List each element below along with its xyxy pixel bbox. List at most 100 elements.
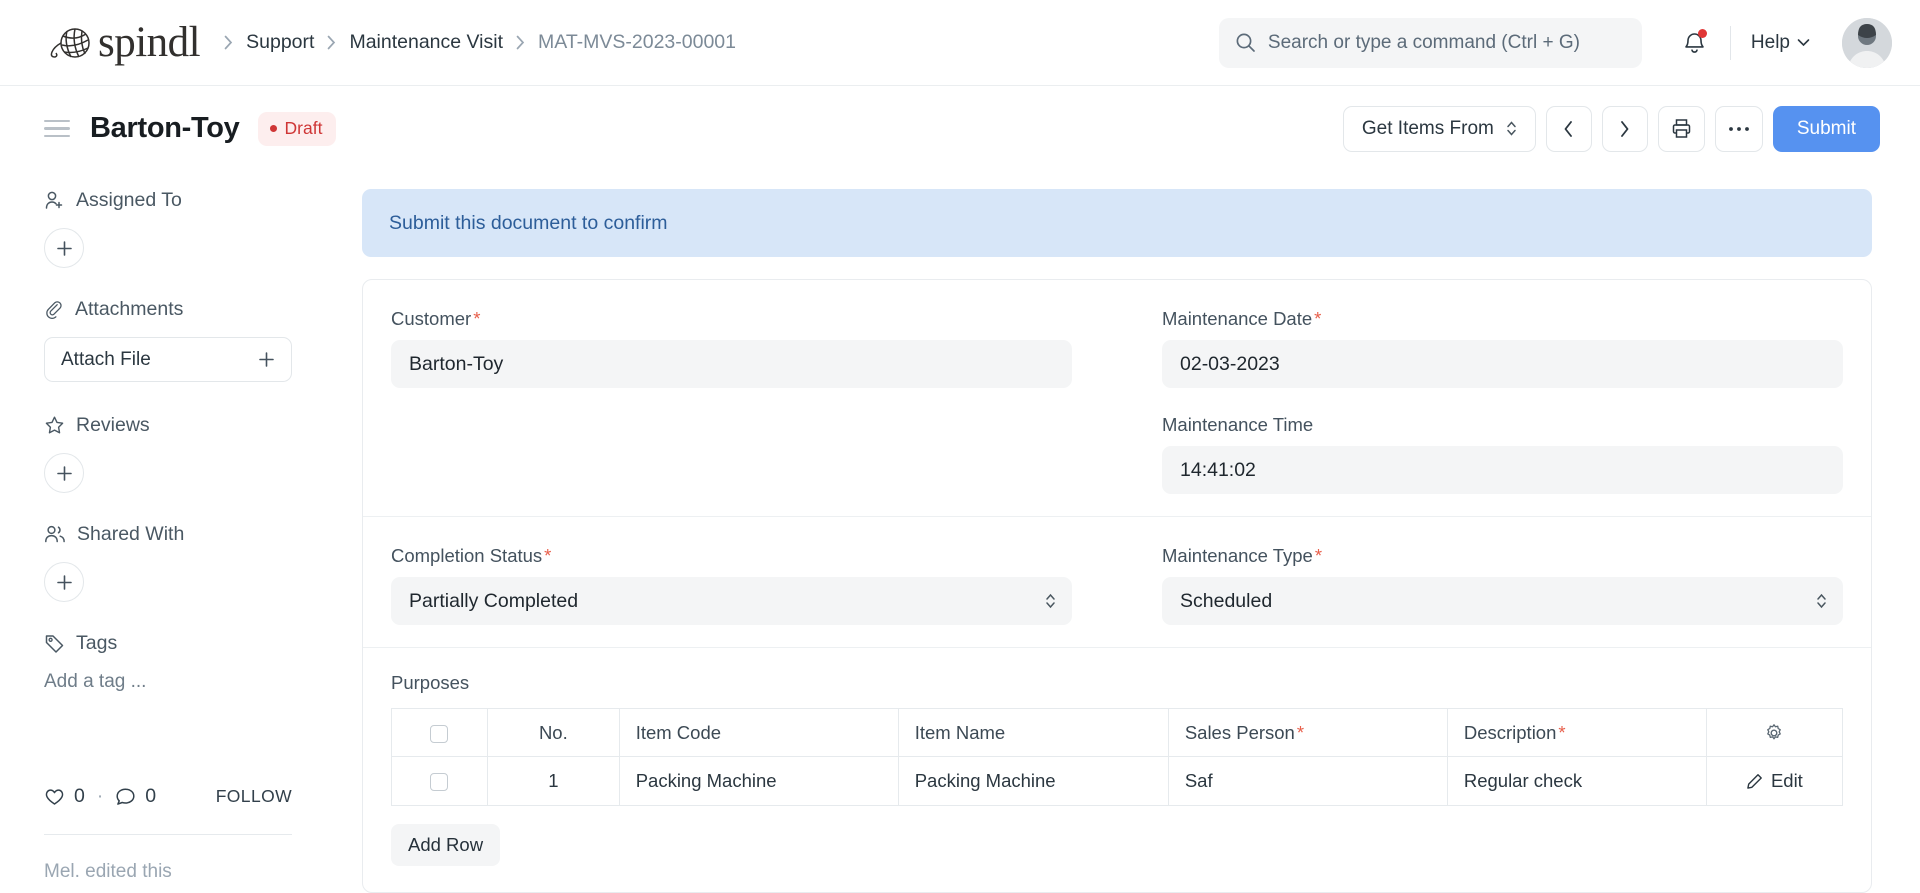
sidebar-section-reviews: Reviews bbox=[44, 414, 362, 493]
page-body: Assigned To Attachments Attach File bbox=[0, 171, 1920, 893]
sidebar-toggle-icon[interactable] bbox=[44, 120, 70, 138]
required-asterisk: * bbox=[544, 545, 551, 566]
print-icon bbox=[1671, 118, 1692, 139]
cell-description[interactable]: Regular check bbox=[1447, 757, 1706, 806]
previous-document-button[interactable] bbox=[1546, 106, 1592, 152]
breadcrumb-item-document-id: MAT-MVS-2023-00001 bbox=[538, 31, 736, 54]
document-social-bar: 0 · 0 FOLLOW bbox=[44, 785, 292, 808]
breadcrumb: Support Maintenance Visit MAT-MVS-2023-0… bbox=[224, 31, 736, 54]
purposes-label: Purposes bbox=[391, 672, 1843, 694]
submit-button[interactable]: Submit bbox=[1773, 106, 1880, 152]
breadcrumb-chevron-icon bbox=[516, 35, 525, 50]
search-box[interactable] bbox=[1219, 18, 1642, 68]
add-row-button[interactable]: Add Row bbox=[391, 824, 500, 866]
form-column-left: Customer* Barton-Toy bbox=[391, 308, 1117, 494]
user-plus-icon bbox=[44, 190, 65, 211]
cell-edit[interactable]: Edit bbox=[1706, 757, 1842, 806]
required-asterisk: * bbox=[1314, 308, 1321, 329]
customer-label-text: Customer bbox=[391, 308, 471, 329]
breadcrumb-item-maintenance-visit[interactable]: Maintenance Visit bbox=[349, 31, 503, 54]
help-label: Help bbox=[1751, 32, 1790, 54]
maintenance-type-select[interactable]: Scheduled bbox=[1162, 577, 1843, 625]
cell-item-code[interactable]: Packing Machine bbox=[619, 757, 898, 806]
notification-badge-dot bbox=[1698, 29, 1707, 38]
required-asterisk: * bbox=[473, 308, 480, 329]
add-assignment-button[interactable] bbox=[44, 228, 84, 268]
print-button[interactable] bbox=[1658, 106, 1705, 152]
navbar-divider bbox=[1730, 26, 1731, 60]
sidebar-footer-note: Mel. edited this bbox=[44, 861, 362, 883]
table-row[interactable]: 1 Packing Machine Packing Machine Saf Re… bbox=[392, 757, 1843, 806]
chevron-right-icon bbox=[1619, 120, 1630, 138]
brand-logo-link[interactable]: spindl bbox=[44, 21, 200, 65]
comment-button[interactable]: 0 bbox=[115, 785, 156, 808]
next-document-button[interactable] bbox=[1602, 106, 1648, 152]
sales-person-header-text: Sales Person bbox=[1185, 722, 1295, 743]
plus-icon bbox=[56, 465, 73, 482]
like-button[interactable]: 0 bbox=[44, 785, 85, 808]
assigned-to-label: Assigned To bbox=[76, 189, 182, 212]
sidebar-divider bbox=[44, 834, 292, 835]
required-asterisk: * bbox=[1297, 722, 1304, 743]
info-alert: Submit this document to confirm bbox=[362, 189, 1872, 257]
gear-icon bbox=[1723, 723, 1826, 743]
customer-input[interactable]: Barton-Toy bbox=[391, 340, 1072, 388]
row-checkbox[interactable] bbox=[430, 773, 448, 791]
get-items-from-label: Get Items From bbox=[1362, 118, 1494, 140]
form-section-general: Customer* Barton-Toy Maintenance Date* 0… bbox=[363, 280, 1871, 516]
search-input[interactable] bbox=[1268, 32, 1626, 54]
sidebar-section-tags: Tags Add a tag ... bbox=[44, 632, 362, 693]
pencil-icon bbox=[1746, 773, 1763, 790]
select-all-checkbox[interactable] bbox=[430, 725, 448, 743]
form-column-left-2: Completion Status* Partially Completed bbox=[391, 545, 1117, 625]
users-icon bbox=[44, 524, 66, 545]
document-sidebar: Assigned To Attachments Attach File bbox=[0, 171, 362, 893]
attachments-header: Attachments bbox=[44, 298, 362, 321]
breadcrumb-item-support[interactable]: Support bbox=[246, 31, 314, 54]
navbar-right-group: Help bbox=[1219, 18, 1892, 68]
top-navbar: spindl Support Maintenance Visit MAT-MVS… bbox=[0, 0, 1920, 86]
completion-status-label: Completion Status* bbox=[391, 545, 1072, 567]
document-toolbar: Get Items From bbox=[1343, 106, 1880, 152]
page-header: Barton-Toy Draft Get Items From bbox=[0, 86, 1920, 171]
required-asterisk: * bbox=[1558, 722, 1565, 743]
attachments-label: Attachments bbox=[75, 298, 183, 321]
follow-button[interactable]: FOLLOW bbox=[216, 786, 292, 807]
cell-item-name[interactable]: Packing Machine bbox=[898, 757, 1168, 806]
more-options-button[interactable] bbox=[1715, 106, 1763, 152]
maintenance-type-label-text: Maintenance Type bbox=[1162, 545, 1313, 566]
maintenance-date-label: Maintenance Date* bbox=[1162, 308, 1843, 330]
completion-status-select[interactable]: Partially Completed bbox=[391, 577, 1072, 625]
status-badge: Draft bbox=[258, 112, 337, 146]
column-header-settings[interactable] bbox=[1706, 709, 1842, 757]
get-items-from-button[interactable]: Get Items From bbox=[1343, 106, 1536, 152]
maintenance-time-label: Maintenance Time bbox=[1162, 414, 1843, 436]
notifications-button[interactable] bbox=[1668, 18, 1722, 68]
cell-sales-person[interactable]: Saf bbox=[1168, 757, 1447, 806]
chevron-left-icon bbox=[1563, 120, 1574, 138]
description-header-text: Description bbox=[1464, 722, 1557, 743]
form-column-right: Maintenance Date* 02-03-2023 Maintenance… bbox=[1117, 308, 1843, 494]
attach-file-button[interactable]: Attach File bbox=[44, 337, 292, 382]
add-share-button[interactable] bbox=[44, 562, 84, 602]
attach-file-label: Attach File bbox=[61, 349, 151, 371]
edit-row-button[interactable]: Edit bbox=[1723, 757, 1826, 805]
table-header-row: No. Item Code Item Name Sales Person* De… bbox=[392, 709, 1843, 757]
tags-header: Tags bbox=[44, 632, 362, 655]
field-maintenance-date: Maintenance Date* 02-03-2023 bbox=[1162, 308, 1843, 388]
add-tag-input[interactable]: Add a tag ... bbox=[44, 671, 362, 693]
maintenance-date-label-text: Maintenance Date bbox=[1162, 308, 1312, 329]
purposes-table-head: No. Item Code Item Name Sales Person* De… bbox=[392, 709, 1843, 757]
add-review-button[interactable] bbox=[44, 453, 84, 493]
help-dropdown-button[interactable]: Help bbox=[1739, 24, 1822, 62]
required-asterisk: * bbox=[1315, 545, 1322, 566]
form-card: Customer* Barton-Toy Maintenance Date* 0… bbox=[362, 279, 1872, 893]
plus-icon bbox=[56, 574, 73, 591]
edit-label: Edit bbox=[1771, 770, 1803, 792]
field-customer: Customer* Barton-Toy bbox=[391, 308, 1072, 388]
maintenance-time-input[interactable]: 14:41:02 bbox=[1162, 446, 1843, 494]
user-avatar[interactable] bbox=[1842, 18, 1892, 68]
maintenance-date-input[interactable]: 02-03-2023 bbox=[1162, 340, 1843, 388]
document-main: Submit this document to confirm Customer… bbox=[362, 171, 1920, 893]
maintenance-type-select-wrap: Scheduled bbox=[1162, 577, 1843, 625]
